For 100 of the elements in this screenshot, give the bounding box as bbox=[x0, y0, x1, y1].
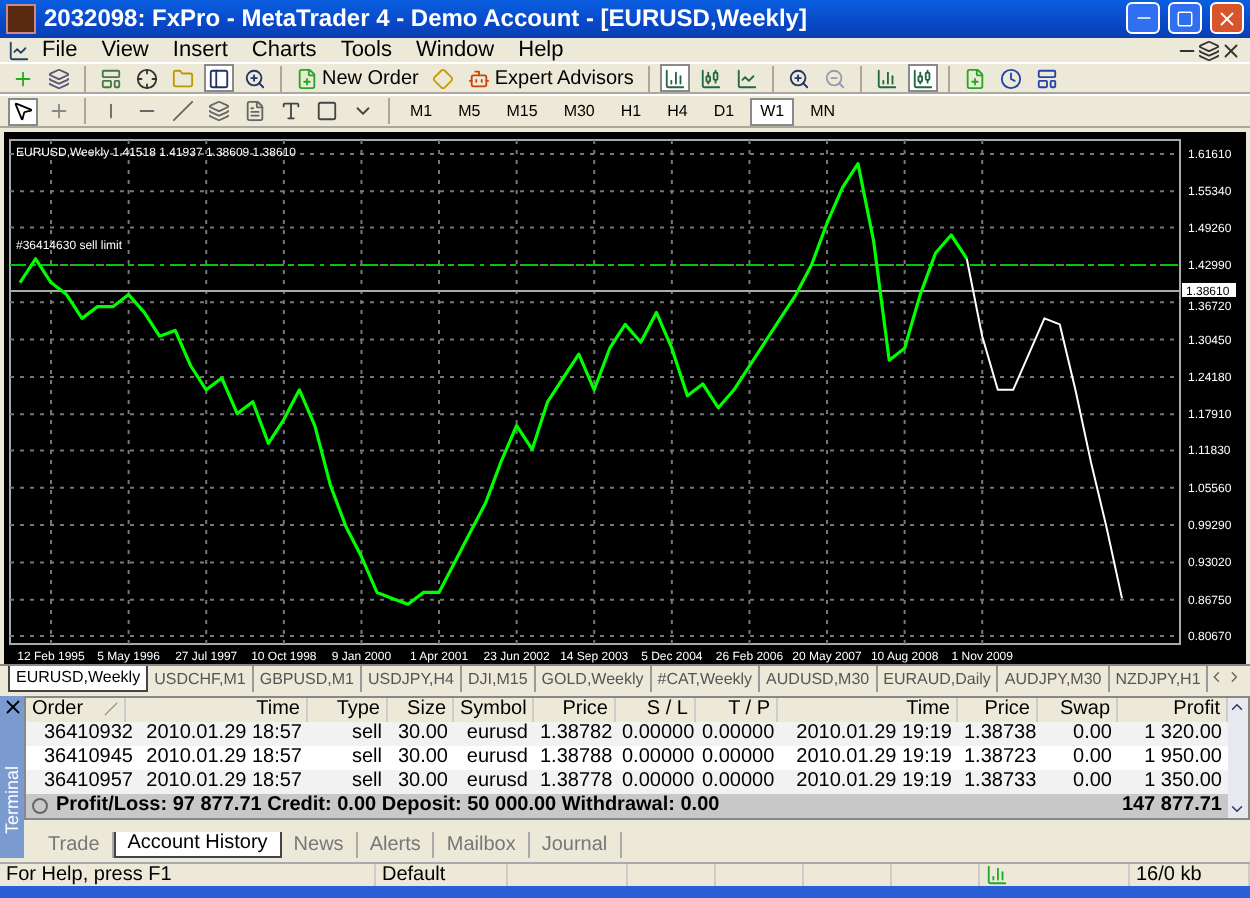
label-icon bbox=[316, 100, 338, 123]
chart-tab[interactable]: USDJPY,H4 bbox=[362, 665, 462, 692]
close-button[interactable] bbox=[1210, 2, 1244, 35]
scroll-bar[interactable] bbox=[1228, 697, 1248, 818]
table-cell-text: 36410932 bbox=[42, 722, 135, 745]
cursor-icon bbox=[12, 100, 34, 123]
new-order-button[interactable]: New Order bbox=[292, 64, 423, 93]
menu-item[interactable]: Help bbox=[506, 38, 576, 63]
column-header[interactable]: Type bbox=[308, 697, 388, 722]
terminal-tab[interactable]: News bbox=[281, 831, 358, 858]
order-line[interactable] bbox=[9, 263, 1181, 266]
table-cell-text: 2010.01.29 19:19 bbox=[794, 746, 954, 769]
table-cell-text: 0.00000 bbox=[620, 770, 696, 793]
channel-button[interactable] bbox=[204, 97, 234, 126]
trendline-button[interactable] bbox=[168, 97, 198, 126]
bar-chart-button[interactable] bbox=[659, 64, 690, 93]
periods-button[interactable] bbox=[995, 64, 1026, 93]
menu-item[interactable]: Insert bbox=[160, 38, 240, 63]
chart-tab[interactable]: AUDUSD,M30 bbox=[760, 665, 878, 692]
table-cell-text: 0.00000 bbox=[700, 722, 777, 745]
folder-icon bbox=[172, 67, 194, 90]
table-cell-text: 1.38723 bbox=[962, 746, 1038, 769]
timeframe-button[interactable]: M5 bbox=[448, 97, 491, 126]
market-watch-button[interactable] bbox=[96, 64, 126, 93]
table-cell-text: 30.00 bbox=[395, 722, 450, 745]
timeframe-button[interactable]: M30 bbox=[553, 97, 605, 126]
table-cell-text: 1 320.00 bbox=[1142, 722, 1224, 745]
menu-item[interactable]: File bbox=[30, 38, 90, 63]
terminal-tab[interactable]: Account History bbox=[113, 831, 282, 858]
column-header[interactable]: S / L bbox=[616, 697, 696, 722]
cursor-button[interactable] bbox=[8, 97, 38, 126]
table-cell-text: eurusd bbox=[464, 746, 530, 769]
timeframe-button[interactable]: W1 bbox=[750, 97, 795, 126]
history-row[interactable]: 36410957 2010.01.29 18:57 sell 30.00 eurusd 1.38778 0.00000 0.00000 2010.01.29 19:19 1.38733 0.00 1 350.00 bbox=[26, 769, 1228, 794]
terminal-tab[interactable]: Journal bbox=[529, 831, 622, 858]
table-cell-text: 1 350.00 bbox=[1142, 770, 1224, 793]
maximize-button[interactable] bbox=[1168, 2, 1202, 35]
app-icon bbox=[6, 3, 36, 34]
terminal-label: Terminal bbox=[2, 765, 22, 834]
menu-item[interactable]: View bbox=[89, 38, 161, 63]
robot-icon bbox=[468, 67, 491, 90]
line-chart-icon bbox=[735, 67, 758, 90]
file-plus-icon bbox=[296, 67, 318, 90]
menu-item[interactable]: Charts bbox=[239, 38, 329, 63]
column-header[interactable]: Time bbox=[778, 697, 958, 722]
maximize-icon bbox=[1176, 9, 1194, 28]
history-row[interactable]: 36410932 2010.01.29 18:57 sell 30.00 eurusd 1.38782 0.00000 0.00000 2010.01.29 19:19 1.38738 0.00 1 320.00 bbox=[26, 721, 1228, 746]
chart-tab[interactable]: AUDJPY,M30 bbox=[998, 665, 1110, 692]
column-header[interactable]: Symbol bbox=[454, 697, 534, 722]
table-cell-text: 1.38733 bbox=[962, 770, 1038, 793]
chart-tab[interactable]: GOLD,Weekly bbox=[535, 665, 652, 692]
magnifier-icon bbox=[244, 67, 266, 90]
timeframe-button[interactable]: H4 bbox=[657, 97, 698, 126]
column-header[interactable]: Profit bbox=[1118, 697, 1228, 722]
table-cell-text: eurusd bbox=[464, 770, 530, 793]
chart-tab[interactable]: GBPUSD,M1 bbox=[253, 665, 362, 692]
menu-item[interactable]: Window bbox=[404, 38, 507, 63]
label-button[interactable] bbox=[312, 97, 342, 126]
menu-item[interactable]: Tools bbox=[328, 38, 404, 63]
expert-advisors-button[interactable]: Expert Advisors bbox=[464, 64, 638, 93]
column-header[interactable]: Price bbox=[534, 697, 616, 722]
summary-text: Profit/Loss: 97 877.71 Credit: 0.00 Deposit: 50 000.00 Withdrawal: 0.00 bbox=[56, 794, 720, 817]
text-icon bbox=[280, 100, 302, 123]
chart-tab[interactable]: EURUSD,Weekly bbox=[8, 665, 149, 692]
data-window-button[interactable] bbox=[132, 64, 162, 93]
timeframe-button[interactable]: M1 bbox=[400, 97, 443, 126]
table-cell-text: 1.38778 bbox=[538, 770, 615, 793]
channel-icon bbox=[208, 100, 230, 123]
crosshair-icon bbox=[48, 100, 70, 123]
timeframe-button[interactable]: H1 bbox=[610, 97, 652, 126]
timeframe-button[interactable]: MN bbox=[800, 97, 846, 126]
terminal-button[interactable] bbox=[204, 64, 234, 93]
column-header[interactable]: Swap bbox=[1038, 697, 1118, 722]
minimize-button[interactable] bbox=[1126, 2, 1160, 35]
chart-tab[interactable]: #CAT,Weekly bbox=[651, 665, 761, 692]
plus-icon bbox=[12, 67, 34, 90]
autoscroll-button[interactable] bbox=[907, 64, 938, 93]
timeframe-button[interactable]: M15 bbox=[496, 97, 548, 126]
column-header[interactable]: Size bbox=[388, 697, 454, 722]
table-cell-text: eurusd bbox=[464, 722, 530, 745]
terminal-tab[interactable]: Alerts bbox=[357, 831, 435, 858]
chart-tab[interactable]: EURAUD,Daily bbox=[877, 665, 999, 692]
table-cell-text: 30.00 bbox=[395, 770, 450, 793]
chart-tab[interactable]: DJI,M15 bbox=[461, 665, 536, 692]
table-cell-text: 1.38788 bbox=[538, 746, 615, 769]
tester-button[interactable] bbox=[240, 64, 270, 93]
column-header[interactable]: Price bbox=[958, 697, 1038, 722]
column-header[interactable]: Time bbox=[126, 697, 308, 722]
profiles-button[interactable] bbox=[44, 64, 74, 93]
table-cell-text: 1.38738 bbox=[962, 722, 1038, 745]
chart-tab[interactable]: USDCHF,M1 bbox=[148, 665, 254, 692]
timeframe-button[interactable]: D1 bbox=[703, 97, 745, 126]
window-icon bbox=[100, 67, 122, 90]
column-header[interactable]: Order bbox=[26, 697, 126, 722]
column-header[interactable]: T / P bbox=[696, 697, 778, 722]
table-cell-text: sell bbox=[349, 746, 384, 769]
table-cell-text: 36410945 bbox=[42, 746, 135, 769]
table-cell-text: 1.38782 bbox=[538, 722, 615, 745]
chart-tab[interactable]: NZDJPY,H1 bbox=[1109, 665, 1209, 692]
terminal-tab[interactable]: Mailbox bbox=[434, 831, 530, 858]
